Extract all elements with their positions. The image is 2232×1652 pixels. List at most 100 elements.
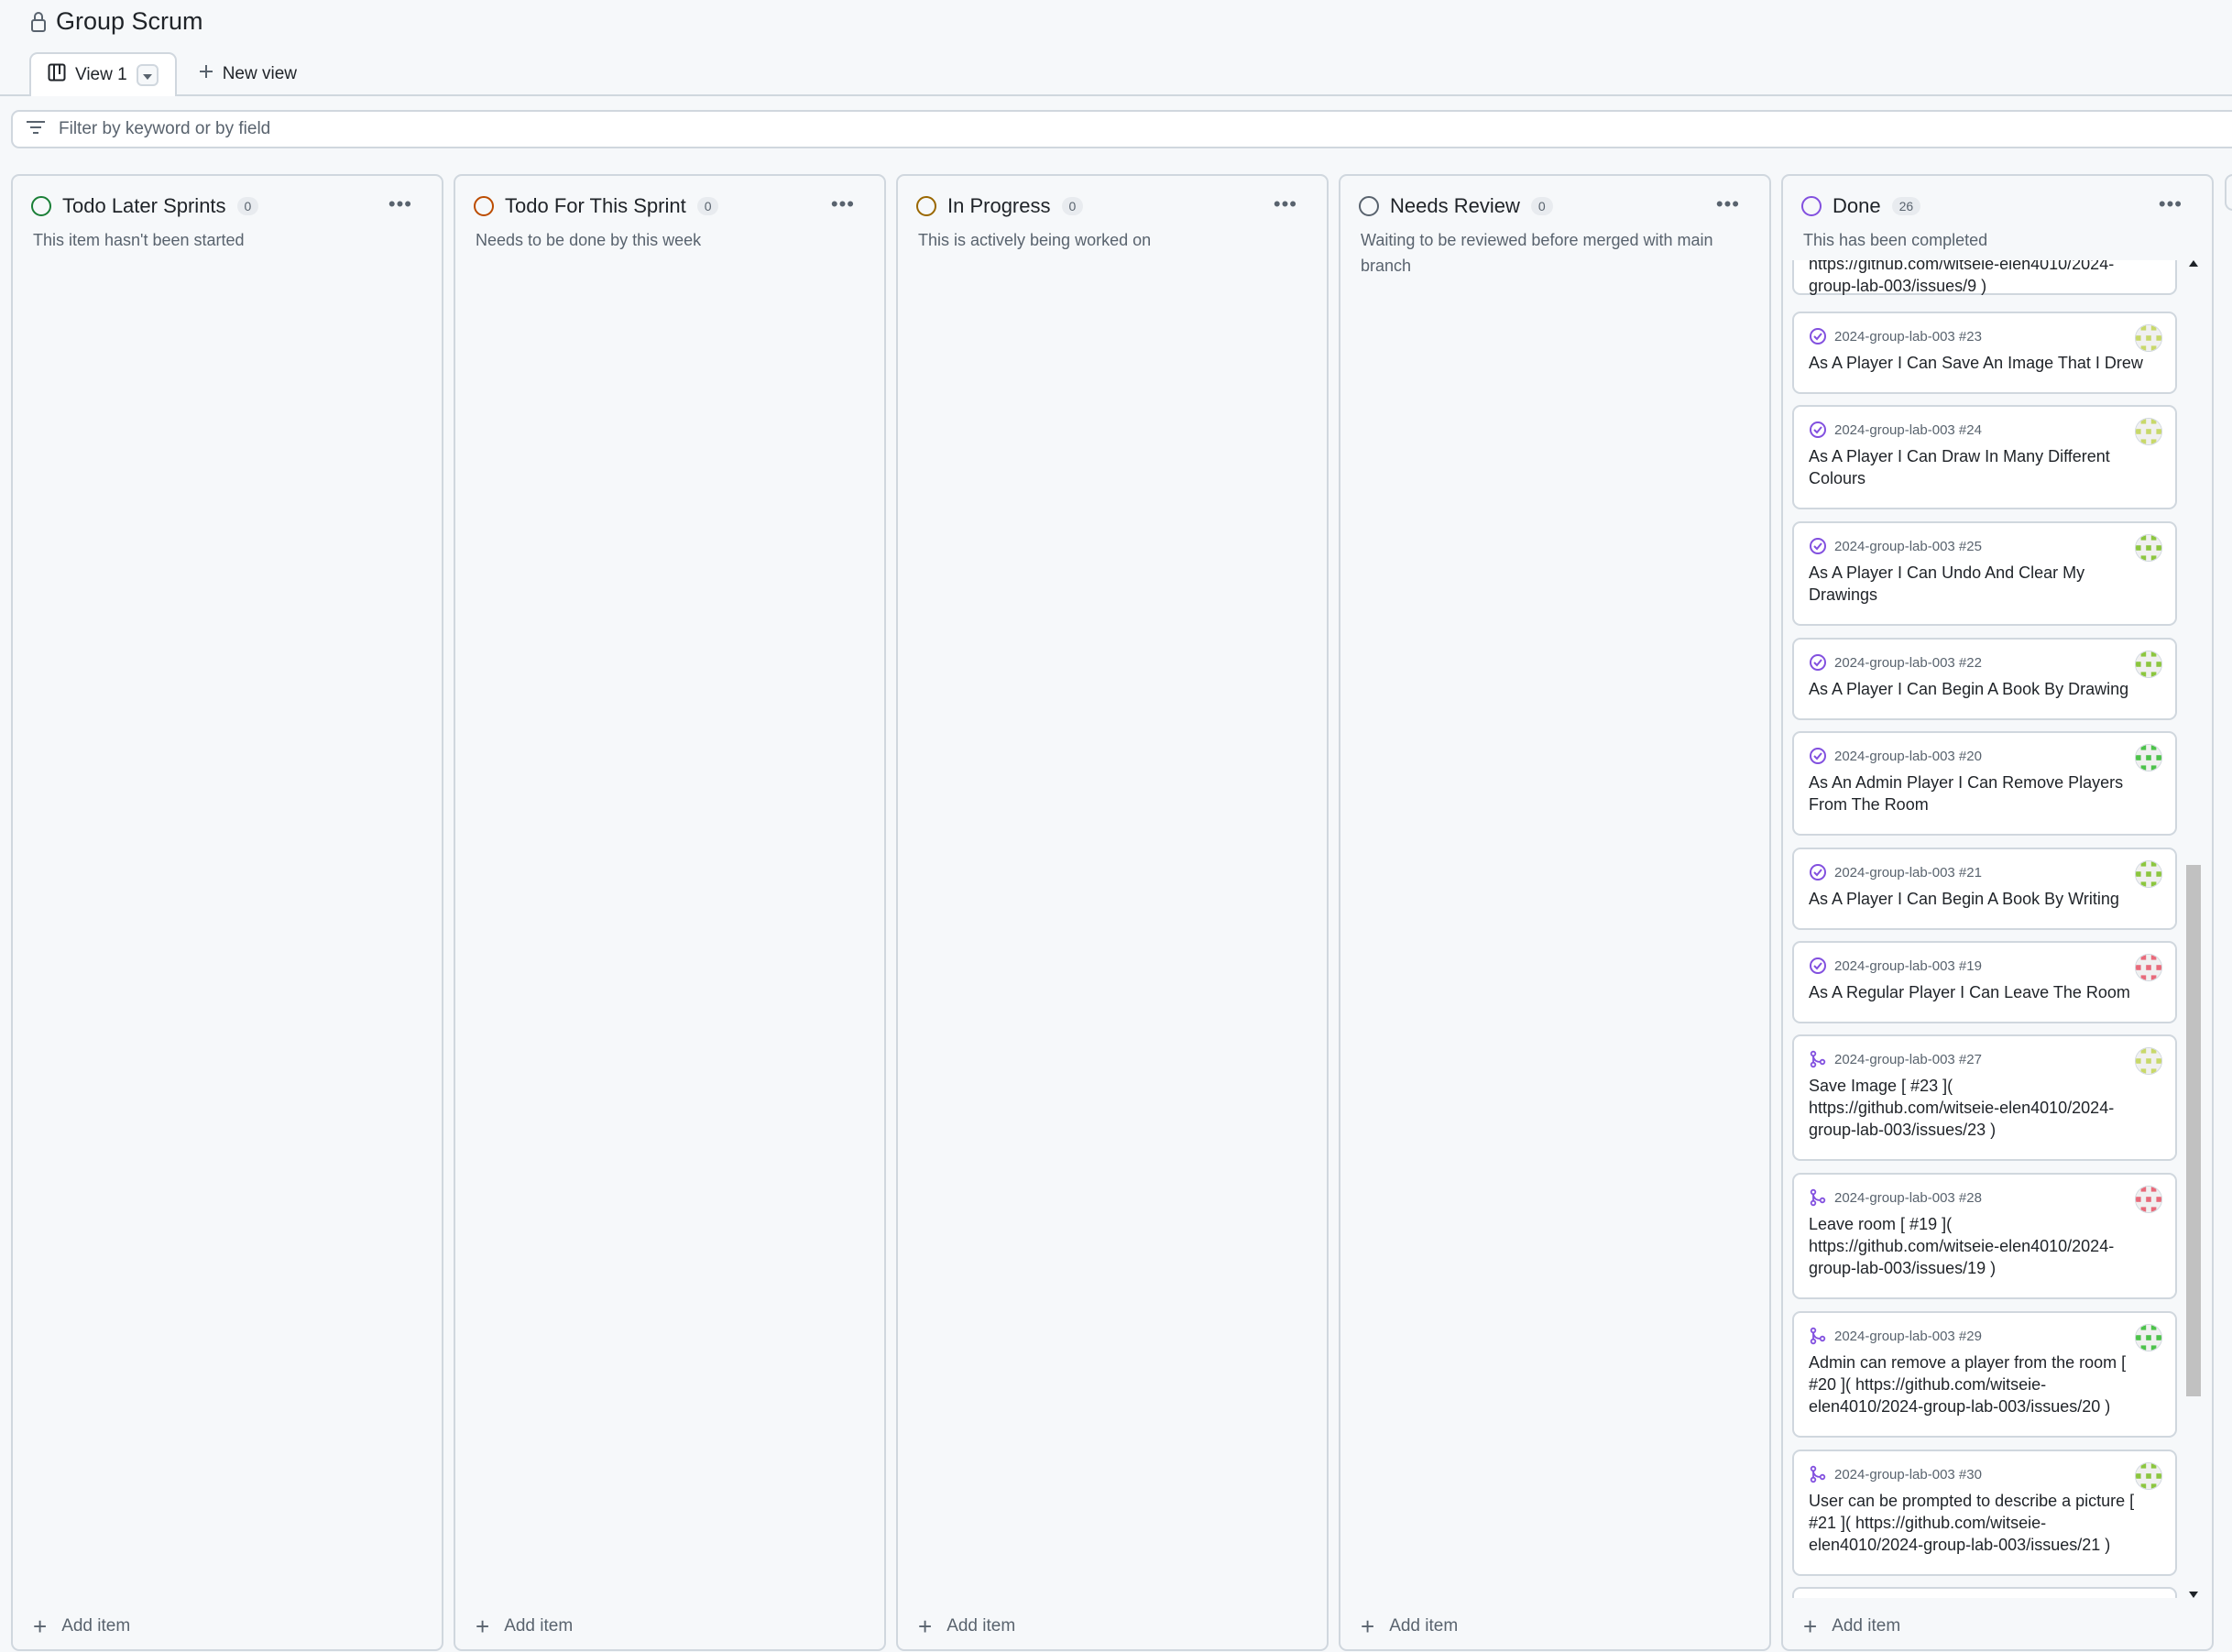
tab-view-1[interactable]: View 1: [29, 52, 177, 96]
avatar[interactable]: [2135, 651, 2162, 678]
card-title[interactable]: As An Admin Player I Can Remove Players …: [1809, 771, 2161, 815]
card-title[interactable]: As A Regular Player I Can Leave The Room: [1809, 981, 2161, 1003]
add-item-label: Add item: [946, 1616, 1016, 1636]
column-title: Todo Later Sprints: [62, 194, 226, 217]
card-list-scrollbar[interactable]: [2184, 260, 2203, 1598]
add-item-label: Add item: [61, 1616, 131, 1636]
item-count-badge: 0: [1061, 197, 1084, 215]
card-reference: 2024-group-lab-003 #22: [1834, 654, 1982, 671]
issue-card[interactable]: 2024-group-lab-003 #22 As A Player I Can…: [1792, 638, 2177, 720]
board-icon: [48, 63, 66, 87]
plus-icon: +: [33, 1613, 48, 1640]
new-view-button[interactable]: New view: [177, 54, 313, 94]
pull-request-merged-icon: [1809, 1327, 1827, 1345]
card-reference: 2024-group-lab-003 #29: [1834, 1328, 1982, 1344]
project-title: Group Scrum: [30, 7, 203, 36]
card-title[interactable]: Admin can remove a player from the room …: [1809, 1351, 2161, 1417]
page-title: Group Scrum: [56, 7, 203, 35]
column-more-icon[interactable]: •••: [1274, 192, 1297, 216]
avatar[interactable]: [2135, 860, 2162, 888]
card-title[interactable]: Leave room [ #19 ]( https://github.com/w…: [1809, 1213, 2161, 1279]
pull-request-merged-icon: [1809, 1188, 1827, 1207]
pull-request-merged-icon: [1809, 1465, 1827, 1483]
avatar[interactable]: [2135, 1324, 2162, 1351]
pr-card[interactable]: 2024-group-lab-003 #30 User can be promp…: [1792, 1450, 2177, 1576]
issue-card[interactable]: 2024-group-lab-003 #21 As A Player I Can…: [1792, 848, 2177, 930]
column-more-icon[interactable]: •••: [831, 192, 855, 216]
card-title[interactable]: As A Player I Can Begin A Book By Writin…: [1809, 888, 2161, 910]
column-more-icon[interactable]: •••: [388, 192, 412, 216]
avatar[interactable]: [2135, 1186, 2162, 1213]
card-reference: 2024-group-lab-003 #20: [1834, 748, 1982, 764]
pull-request-merged-icon: [1809, 1050, 1827, 1068]
item-count-badge: 0: [236, 197, 259, 215]
avatar[interactable]: [2135, 1462, 2162, 1490]
status-circle-icon: [474, 196, 494, 216]
issue-closed-icon: [1809, 747, 1827, 765]
status-circle-icon: [1359, 196, 1379, 216]
card-title[interactable]: As A Player I Can Begin A Book By Drawin…: [1809, 678, 2161, 700]
filter-icon: [26, 120, 46, 139]
add-item-button[interactable]: + Add item: [1803, 1614, 1900, 1638]
tab-view-1-label: View 1: [75, 65, 127, 84]
pr-card[interactable]: [1792, 1587, 2177, 1598]
add-item-button[interactable]: + Add item: [33, 1613, 131, 1640]
plus-icon: +: [476, 1613, 490, 1640]
item-count-badge: 0: [1530, 197, 1553, 215]
done-card-list: https://github.com/witseie-elen4010/2024…: [1792, 260, 2177, 1598]
avatar[interactable]: [2135, 418, 2162, 445]
issue-card[interactable]: 2024-group-lab-003 #19 As A Regular Play…: [1792, 941, 2177, 1023]
column-needs-review: Needs Review 0 ••• Waiting to be reviewe…: [1339, 174, 1771, 1651]
filter-input[interactable]: Filter by keyword or by field: [11, 110, 2232, 148]
card-title[interactable]: User can be prompted to describe a pictu…: [1809, 1490, 2161, 1556]
issue-card[interactable]: 2024-group-lab-003 #20 As An Admin Playe…: [1792, 731, 2177, 836]
column-todo-for-this-sprint: Todo For This Sprint 0 ••• Needs to be d…: [454, 174, 886, 1651]
view-options-dropdown[interactable]: [136, 64, 159, 86]
scroll-down-icon[interactable]: [2189, 1592, 2198, 1598]
column-done: Done 26 ••• This has been completed http…: [1781, 174, 2214, 1651]
issue-closed-icon: [1809, 327, 1827, 345]
status-circle-icon: [916, 196, 936, 216]
scroll-up-icon[interactable]: [2189, 260, 2198, 267]
card-title[interactable]: As A Player I Can Save An Image That I D…: [1809, 352, 2161, 374]
issue-card[interactable]: https://github.com/witseie-elen4010/2024…: [1792, 260, 2177, 295]
status-circle-icon: [31, 196, 51, 216]
avatar[interactable]: [2135, 534, 2162, 562]
issue-closed-icon: [1809, 653, 1827, 672]
scrollbar-thumb[interactable]: [2186, 865, 2201, 1396]
pr-card[interactable]: 2024-group-lab-003 #28 Leave room [ #19 …: [1792, 1173, 2177, 1299]
issue-card[interactable]: 2024-group-lab-003 #24 As A Player I Can…: [1792, 405, 2177, 509]
issue-closed-icon: [1809, 863, 1827, 881]
avatar[interactable]: [2135, 324, 2162, 352]
card-title[interactable]: Save Image [ #23 ]( https://github.com/w…: [1809, 1075, 2161, 1141]
issue-card[interactable]: 2024-group-lab-003 #23 As A Player I Can…: [1792, 312, 2177, 394]
status-circle-icon: [1801, 196, 1822, 216]
add-item-button[interactable]: + Add item: [476, 1613, 573, 1640]
column-more-icon[interactable]: •••: [2159, 192, 2183, 216]
card-reference: 2024-group-lab-003 #27: [1834, 1051, 1982, 1067]
card-reference: 2024-group-lab-003 #24: [1834, 421, 1982, 438]
column-more-icon[interactable]: •••: [1716, 192, 1740, 216]
issue-closed-icon: [1809, 421, 1827, 439]
column-title: Todo For This Sprint: [505, 194, 686, 217]
next-column-edge: [2225, 174, 2232, 211]
avatar[interactable]: [2135, 954, 2162, 981]
view-tabs: View 1 New view: [29, 52, 313, 96]
issue-card[interactable]: 2024-group-lab-003 #25 As A Player I Can…: [1792, 521, 2177, 626]
avatar[interactable]: [2135, 1047, 2162, 1075]
pr-card[interactable]: 2024-group-lab-003 #27 Save Image [ #23 …: [1792, 1034, 2177, 1161]
pr-card[interactable]: 2024-group-lab-003 #29 Admin can remove …: [1792, 1311, 2177, 1438]
card-title: https://github.com/witseie-elen4010/2024…: [1809, 260, 2115, 295]
chevron-down-icon: [142, 65, 152, 85]
avatar[interactable]: [2135, 744, 2162, 771]
column-title: Needs Review: [1390, 194, 1520, 217]
card-title[interactable]: As A Player I Can Draw In Many Different…: [1809, 445, 2161, 489]
add-item-button[interactable]: + Add item: [1361, 1614, 1459, 1638]
issue-closed-icon: [1809, 537, 1827, 555]
column-todo-later-sprints: Todo Later Sprints 0 ••• This item hasn'…: [11, 174, 443, 1651]
card-title[interactable]: As A Player I Can Undo And Clear My Draw…: [1809, 562, 2161, 606]
add-item-button[interactable]: + Add item: [918, 1614, 1016, 1638]
add-item-label: Add item: [1389, 1616, 1459, 1636]
column-description: Waiting to be reviewed before merged wit…: [1361, 231, 1713, 275]
issue-closed-icon: [1809, 957, 1827, 975]
